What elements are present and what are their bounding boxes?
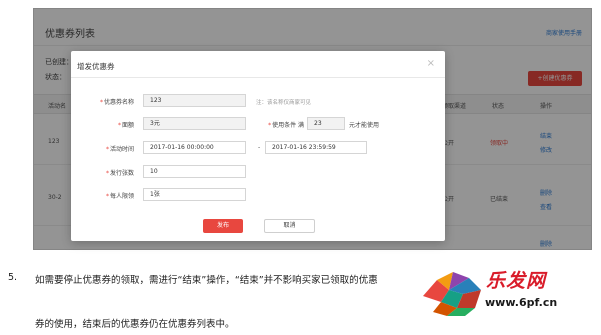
issue-count-label: *发行张数 <box>105 170 134 177</box>
issue-coupon-dialog: 增发优惠券 × *优惠券名称 123 注：该名称仅商家可见 *面额 3元 *使用… <box>71 51 445 241</box>
end-time-input[interactable]: 2017-01-16 23:59:59 <box>265 141 367 154</box>
condition-suffix: 元才能使用 <box>349 122 380 129</box>
dialog-title: 增发优惠券 <box>77 62 115 71</box>
start-time-input[interactable]: 2017-01-16 00:00:00 <box>143 141 246 154</box>
issue-count-input[interactable]: 10 <box>143 165 246 178</box>
amount-input[interactable]: 3元 <box>143 117 246 130</box>
condition-label: *使用条件 满 <box>268 122 304 129</box>
coupon-name-input[interactable]: 123 <box>143 94 246 107</box>
step-number: 5. <box>8 272 18 283</box>
article-line-1: 如需要停止优惠券的领取，需进行“结束”操作，“结束”并不影响买家已领取的优惠 <box>35 275 378 286</box>
condition-amount-input[interactable]: 23 <box>307 117 345 130</box>
time-separator: - <box>258 144 261 151</box>
coupon-name-label: *优惠券名称 <box>99 99 134 106</box>
watermark-lion-logo <box>423 272 481 316</box>
publish-button[interactable]: 发布 <box>203 219 243 233</box>
per-user-limit-input[interactable]: 1张 <box>143 188 246 201</box>
watermark-url: www.6pf.cn <box>485 296 558 309</box>
coupon-name-hint: 注：该名称仅商家可见 <box>256 100 312 106</box>
close-icon[interactable]: × <box>427 58 435 69</box>
article-line-2: 券的使用，结束后的优惠券仍在优惠券列表中。 <box>35 319 235 330</box>
per-user-limit-label: *每人限领 <box>105 193 134 200</box>
cancel-button[interactable]: 取消 <box>264 219 315 233</box>
dialog-header: 增发优惠券 × <box>71 51 445 78</box>
watermark-brand: 乐发网 <box>486 270 547 292</box>
amount-label: *面额 <box>117 122 134 129</box>
activity-time-label: *活动时间 <box>105 146 134 153</box>
